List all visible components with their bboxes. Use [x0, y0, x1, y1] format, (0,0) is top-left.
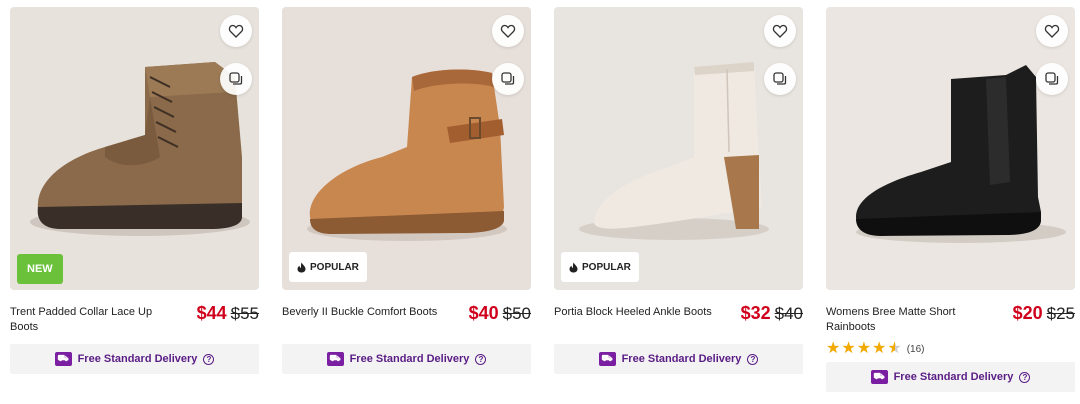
product-image[interactable]: NEW	[10, 7, 259, 290]
product-info: Beverly II Buckle Comfort Boots $40 $50	[282, 298, 531, 340]
help-icon[interactable]: ?	[475, 353, 487, 365]
heart-icon	[772, 24, 788, 38]
star-icon: ★	[872, 340, 887, 357]
delivery-text: Free Standard Delivery	[349, 353, 470, 365]
brown-lace-up-boot-image	[10, 7, 259, 290]
heart-icon	[1044, 24, 1060, 38]
flame-icon	[297, 262, 306, 272]
popular-badge: POPULAR	[289, 252, 367, 282]
truck-icon: ⛟	[54, 352, 72, 366]
product-card[interactable]: POPULAR Beverly II Buckle Comfort Boots …	[282, 7, 531, 374]
compare-button[interactable]	[220, 63, 252, 95]
delivery-text: Free Standard Delivery	[893, 371, 1014, 383]
product-title[interactable]: Trent Padded Collar Lace Up Boots	[10, 305, 175, 335]
help-icon[interactable]: ?	[203, 353, 215, 365]
product-info: Womens Bree Matte Short Rainboots $20 $25	[826, 298, 1075, 340]
popular-label: POPULAR	[582, 261, 631, 273]
compare-icon	[229, 72, 243, 85]
compare-icon	[773, 72, 787, 85]
product-info: Portia Block Heeled Ankle Boots $32 $40	[554, 298, 803, 340]
star-icon: ★	[841, 340, 856, 357]
compare-button[interactable]	[492, 63, 524, 95]
original-price: $40	[774, 304, 803, 323]
product-image[interactable]: POPULAR	[282, 7, 531, 290]
product-title[interactable]: Beverly II Buckle Comfort Boots	[282, 305, 447, 320]
product-info: Trent Padded Collar Lace Up Boots $44 $55	[10, 298, 259, 340]
heart-icon	[228, 24, 244, 38]
current-price: $20	[1012, 303, 1043, 323]
help-icon[interactable]: ?	[1019, 371, 1031, 383]
original-price: $25	[1046, 304, 1075, 323]
tan-buckle-boot-image	[282, 7, 531, 290]
product-rating[interactable]: ★ ★ ★ ★ ★ (16)	[826, 341, 1075, 357]
star-icon: ★	[826, 340, 841, 357]
product-card[interactable]: Womens Bree Matte Short Rainboots $20 $25…	[826, 7, 1075, 392]
current-price: $44	[196, 303, 227, 323]
current-price: $40	[468, 303, 499, 323]
compare-icon	[501, 72, 515, 85]
delivery-banner: ⛟ Free Standard Delivery ?	[826, 362, 1075, 392]
review-count: (16)	[906, 343, 925, 355]
original-price: $55	[230, 304, 259, 323]
original-price: $50	[502, 304, 531, 323]
product-price: $32 $40	[741, 303, 803, 324]
product-image[interactable]	[826, 7, 1075, 290]
star-icon: ★	[856, 340, 872, 357]
product-price: $44 $55	[197, 303, 259, 324]
half-star-icon: ★	[887, 340, 902, 357]
product-image[interactable]: POPULAR	[554, 7, 803, 290]
product-title[interactable]: Womens Bree Matte Short Rainboots	[826, 305, 991, 335]
popular-badge: POPULAR	[561, 252, 639, 282]
wishlist-button[interactable]	[220, 15, 252, 47]
truck-icon: ⛟	[326, 352, 344, 366]
product-price: $40 $50	[469, 303, 531, 324]
truck-icon: ⛟	[598, 352, 616, 366]
help-icon[interactable]: ?	[747, 353, 759, 365]
new-badge: NEW	[17, 254, 63, 284]
wishlist-button[interactable]	[1036, 15, 1068, 47]
wishlist-button[interactable]	[492, 15, 524, 47]
product-title[interactable]: Portia Block Heeled Ankle Boots	[554, 305, 719, 320]
compare-icon	[1045, 72, 1059, 85]
product-card[interactable]: NEW Trent Padded Collar Lace Up Boots $4…	[10, 7, 259, 374]
delivery-banner: ⛟ Free Standard Delivery ?	[282, 344, 531, 374]
product-card[interactable]: POPULAR Portia Block Heeled Ankle Boots …	[554, 7, 803, 374]
product-price: $20 $25	[1013, 303, 1075, 324]
heart-icon	[500, 24, 516, 38]
delivery-text: Free Standard Delivery	[621, 353, 742, 365]
delivery-banner: ⛟ Free Standard Delivery ?	[554, 344, 803, 374]
delivery-banner: ⛟ Free Standard Delivery ?	[10, 344, 259, 374]
black-rainboot-image	[826, 7, 1075, 290]
compare-button[interactable]	[1036, 63, 1068, 95]
compare-button[interactable]	[764, 63, 796, 95]
product-grid: NEW Trent Padded Collar Lace Up Boots $4…	[0, 0, 1080, 404]
delivery-text: Free Standard Delivery	[77, 353, 198, 365]
wishlist-button[interactable]	[764, 15, 796, 47]
popular-label: POPULAR	[310, 261, 359, 273]
flame-icon	[569, 262, 578, 272]
current-price: $32	[740, 303, 771, 323]
truck-icon: ⛟	[870, 370, 888, 384]
cream-heeled-boot-image	[554, 7, 803, 290]
